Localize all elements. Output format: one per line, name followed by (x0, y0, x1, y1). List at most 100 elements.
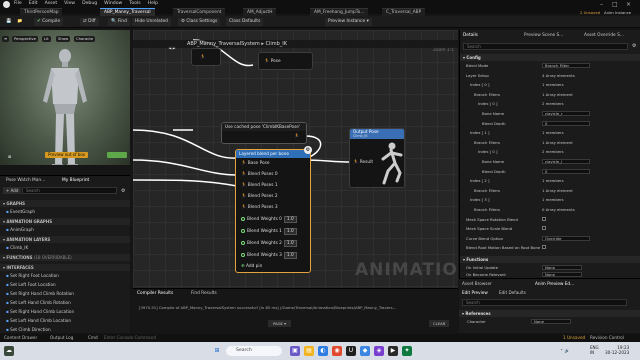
unsaved-badge[interactable]: 1 Unsaved (563, 335, 585, 340)
clock[interactable]: 19:23 30-12-2023 (605, 345, 629, 355)
detail-row-value[interactable]: 0 (542, 120, 590, 126)
pose-node-left[interactable]: 🏃 (191, 48, 221, 66)
weather-icon[interactable]: ☁ (4, 346, 14, 356)
section-graphs[interactable]: ▾ GRAPHS (0, 200, 130, 207)
tab-edit-defaults[interactable]: Edit Defaults (499, 290, 526, 295)
blend-weights-2-pin[interactable]: Blend Weights 2 1.0 (241, 240, 297, 247)
app-icon-6[interactable]: ◆ (360, 346, 370, 356)
taskbar-search-input[interactable]: Search (226, 346, 282, 356)
add-pin-button[interactable]: ⊕ Add pin (241, 264, 262, 269)
details-settings-icon[interactable]: ⚙ (632, 43, 636, 49)
preview-toggle[interactable] (107, 152, 127, 158)
result-pin[interactable]: 🏃 Result (353, 160, 373, 165)
fn-set-climb-direction[interactable]: Set Climb Direction (6, 327, 50, 332)
menu-debug[interactable]: Debug (82, 1, 97, 6)
on-become-relevant-value[interactable]: None (542, 272, 582, 277)
fn-set-right-hand-climb-rotation[interactable]: Set Right Hand Climb Rotation (6, 291, 74, 296)
blend-weights-0-value[interactable]: 1.0 (283, 216, 297, 223)
blend-weights-1-value[interactable]: 1.0 (283, 228, 297, 235)
ue-logo-icon[interactable] (3, 1, 10, 8)
fn-set-left-hand-climb-rotation[interactable]: Set Left Hand Climb Rotation (6, 300, 71, 305)
clear-button[interactable]: CLEAR (429, 320, 450, 327)
fn-set-left-foot-location[interactable]: Set Left Foot Location (6, 282, 55, 287)
page-dropdown[interactable]: PAGE ▾ (268, 320, 292, 327)
breadcrumb-root[interactable]: ABP_Manny_TraversalSystem (187, 41, 260, 47)
blend-weights-2-value[interactable]: 1.0 (283, 240, 297, 247)
tab-find-results[interactable]: Find Results (191, 291, 217, 296)
find-button[interactable]: 🔍 Find (108, 18, 130, 26)
doc-tab-abp-manny[interactable]: ABP_Manny_Traversal (100, 8, 155, 16)
menu-edit[interactable]: Edit (29, 1, 38, 6)
tab-my-blueprint[interactable]: My Blueprint (58, 176, 93, 185)
class-defaults-button[interactable]: Class Defaults (226, 18, 264, 26)
section-functions-details[interactable]: ▾ Functions (460, 256, 640, 263)
show-button[interactable]: Show (56, 36, 71, 42)
tab-preview-scene[interactable]: Preview Scene S... (524, 33, 563, 38)
app-icon-1[interactable]: ▣ (290, 346, 300, 356)
blend-weights-0-pin[interactable]: Blend Weights 0 1.0 (241, 216, 297, 223)
detail-row-value[interactable]: clavicle_r (542, 111, 590, 116)
doc-tab-am-adjusth[interactable]: AM_AdjustH (243, 8, 277, 16)
app-icon-9[interactable]: ✦ (402, 346, 412, 356)
chrome-icon[interactable]: ◉ (332, 346, 342, 356)
fn-set-left-hand-climb-location[interactable]: Set Left Hand Climb Location (6, 318, 71, 323)
detail-row-value[interactable]: Branch Filter (542, 63, 590, 68)
blend-weights-3-value[interactable]: 1.0 (283, 252, 297, 259)
lit-button[interactable]: Lit (42, 36, 51, 42)
breadcrumb-leaf[interactable]: Climb_IK (265, 41, 287, 47)
menu-window[interactable]: Window (104, 1, 122, 6)
section-animation-layers[interactable]: ▾ ANIMATION LAYERS (0, 236, 130, 243)
tray-icons[interactable]: ⌃ 🔊 (560, 348, 570, 353)
character-button[interactable]: Characte (74, 36, 96, 42)
lang-indicator[interactable]: ENG IN (590, 345, 599, 355)
app-icon-8[interactable]: ▶ (388, 346, 398, 356)
detail-row-checkbox[interactable] (542, 216, 546, 221)
asset-search-input[interactable]: Search (462, 299, 627, 306)
tab-details[interactable]: Details (463, 33, 478, 38)
section-config[interactable]: ▾ Config (460, 54, 640, 61)
doc-tab-c-traversal-abp[interactable]: C_Traversal_ABP (382, 8, 426, 16)
blend-weights-1-pin[interactable]: Blend Weights 1 1.0 (241, 228, 297, 235)
cmd-button[interactable]: Cmd (88, 335, 98, 340)
add-button[interactable]: + Add (3, 187, 22, 194)
item-event-graph[interactable]: EventGraph (6, 209, 35, 214)
detail-row-checkbox[interactable] (542, 226, 546, 231)
tab-compiler-results[interactable]: Compiler Results (137, 291, 173, 296)
output-pose-node[interactable]: Output Pose Climb_IK 🏃 Result (349, 128, 405, 188)
minimize-icon[interactable]: – (600, 1, 603, 8)
tab-edit-preview[interactable]: Edit Preview (462, 290, 488, 295)
doc-tab-am-freehang[interactable]: AM_Freehang_JumpTo... (310, 8, 369, 16)
menu-help[interactable]: Help (148, 1, 158, 6)
cached-pose-node[interactable]: Use cached pose 'ClimbIKBasePose' 🏃 (221, 122, 307, 144)
maximize-icon[interactable]: □ (612, 1, 618, 8)
unreal-icon[interactable]: U (346, 346, 356, 356)
file-explorer-icon[interactable]: ▤ (304, 346, 314, 356)
blend-weights-3-pin[interactable]: Blend Weights 3 1.0 (241, 252, 297, 259)
pose-node-top[interactable]: 🏃 Pose (258, 52, 313, 70)
class-settings-button[interactable]: ⚙ Class Settings (178, 18, 221, 26)
blend-poses-3-pin[interactable]: 🏃 Blend Poses 3 (241, 205, 278, 210)
layered-blend-node[interactable]: Layered blend per bone ⚙ 🏃 Base Pose 🏃 B… (235, 146, 312, 273)
section-interfaces[interactable]: ▾ INTERFACES (0, 264, 130, 271)
blueprint-search-input[interactable]: Search (22, 187, 117, 194)
anim-graph-canvas[interactable]: ◀ ▶ Zoom 1:1 🏃 Pose 🏃 Use cached pose 'C… (133, 30, 458, 288)
doc-tab-thirdpersonmap[interactable]: ThirdPersonMap (20, 8, 63, 16)
tab-anim-preview-editor[interactable]: Anim Preview Ed... (535, 281, 574, 286)
menu-asset[interactable]: Asset (45, 1, 58, 6)
app-icon-7[interactable]: ◈ (374, 346, 384, 356)
detail-row-checkbox[interactable] (542, 245, 546, 250)
compile-button[interactable]: ✔ Compile (34, 18, 64, 26)
doc-tab-traversal-component[interactable]: TraversalComponent (173, 8, 226, 16)
diff-button[interactable]: ⇄ Diff (80, 18, 99, 26)
start-icon[interactable]: ⊞ (212, 346, 222, 356)
menu-view[interactable]: View (64, 1, 75, 6)
close-icon[interactable]: × (626, 1, 631, 8)
section-animation-graphs[interactable]: ▾ ANIMATION GRAPHS (0, 218, 130, 225)
tab-pose-watch[interactable]: Pose Watch Man... (2, 176, 49, 185)
menu-tools[interactable]: Tools (129, 1, 140, 6)
detail-row-value[interactable]: 0 (542, 168, 590, 174)
section-references[interactable]: ▾ References (459, 310, 640, 317)
pose-output-pin[interactable]: 🏃 Pose (264, 59, 281, 64)
blend-poses-2-pin[interactable]: 🏃 Blend Poses 2 (241, 194, 278, 199)
browse-icon[interactable]: 📁 (14, 18, 26, 26)
